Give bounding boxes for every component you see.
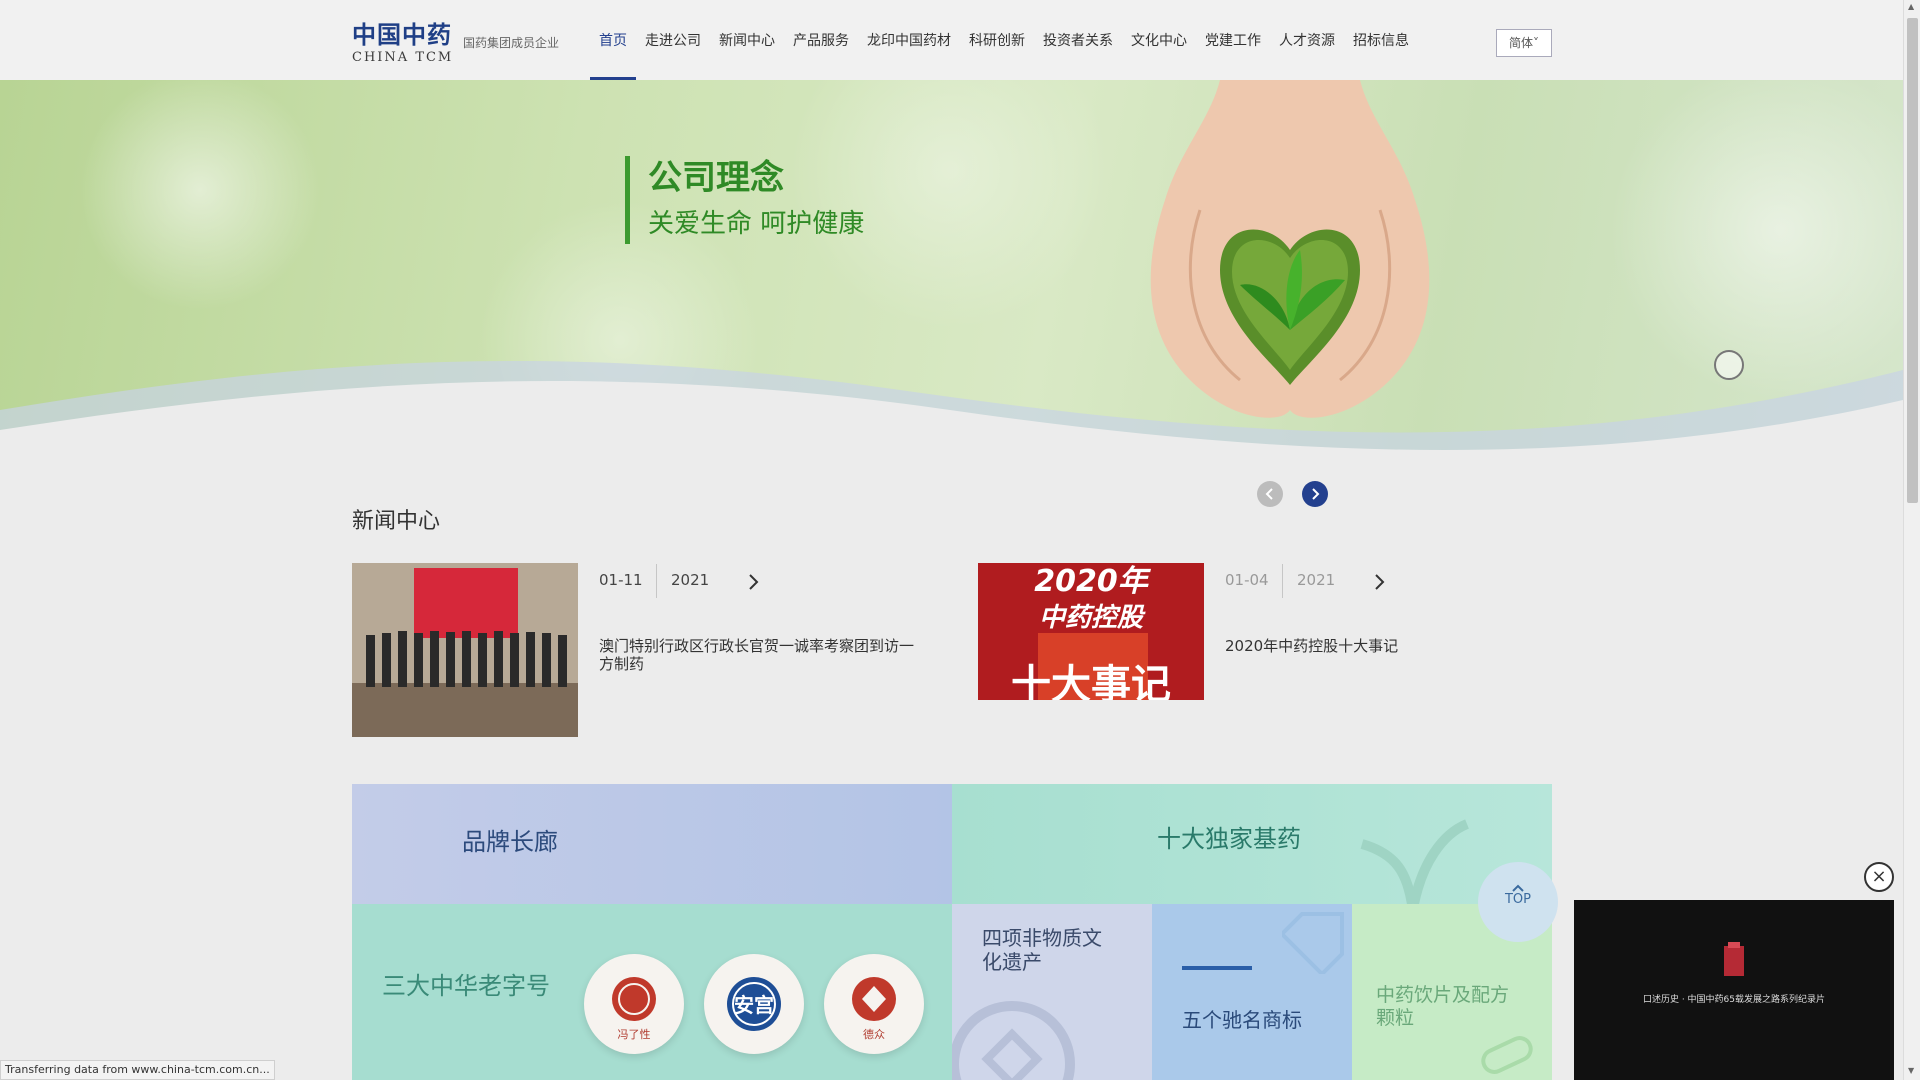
logo-cn-text: 中国中药 [352,21,452,49]
news-image-1[interactable] [352,563,578,737]
news-section-title: 新闻中心 [352,509,441,534]
back-to-top-button[interactable]: TOP [1478,862,1558,942]
scrollbar-thumb[interactable] [1907,18,1918,503]
scroll-up-icon[interactable]: ▲ [1908,2,1914,11]
video-caption: 口述历史 · 中国中药65载发展之路系列纪录片 [1642,995,1826,1005]
logo[interactable]: 中国中药 CHINA TCM [352,22,453,65]
heritage-emblem-icon [952,1001,1075,1080]
brand-logo-1-name: 冯了性 [618,1027,651,1041]
back-to-top-label: TOP [1504,892,1531,907]
news-2-date: 01-04 [1225,571,1269,589]
site-header: 中国中药 CHINA TCM 国药集团成员企业 首页 走进公司 新闻中心 产品服… [0,0,1903,80]
heritage-tile[interactable]: 四项非物质文化遗产 [952,904,1152,1080]
decoction-label: 中药饮片及配方颗粒 [1376,984,1510,1029]
news-1-date: 01-11 [599,571,643,589]
scroll-cursor-icon [1714,350,1744,380]
nav-party[interactable]: 党建工作 [1196,0,1270,80]
language-label: 简体 [1508,36,1533,50]
banner-title: 公司理念 [648,158,784,198]
trademarks-label: 五个驰名商标 [1182,1008,1302,1032]
brand-gallery-tile[interactable]: 品牌长廊 [352,784,952,904]
video-logo-icon [1724,942,1744,976]
nav-tenders[interactable]: 招标信息 [1344,0,1418,80]
nav-longyin[interactable]: 龙印中国药材 [858,0,960,80]
logo-en-text: CHINA TCM [352,50,454,65]
nav-careers[interactable]: 人才资源 [1270,0,1344,80]
news-2-image-text-3: 十大事记 [1011,662,1171,700]
brand-logo-1[interactable]: 冯了性 [584,954,684,1054]
nav-news[interactable]: 新闻中心 [710,0,784,80]
brand-gallery-label: 品牌长廊 [462,828,558,856]
brand-logo-3[interactable]: 德众 [824,954,924,1054]
tag-decoration-icon [1282,912,1344,974]
news-image-2[interactable]: 2020年 中药控股 十大事记 [978,563,1204,700]
hero-banner: 公司理念 关爱生命 呵护健康 [0,80,1903,510]
news-2-year: 2021 [1297,571,1336,589]
logo-tagline: 国药集团成员企业 [463,36,560,50]
news-1-title[interactable]: 澳门特别行政区行政长官贺一诚率考察团到访一方制药 [599,637,924,673]
video-close-button[interactable]: × [1864,862,1894,892]
pill-decoration-icon [1481,1036,1533,1074]
news-2-image-text-1: 2020年 [1034,564,1151,599]
brand-logo-2-name: 安宫 [734,993,774,1017]
news-2-arrow-icon[interactable] [1373,573,1387,591]
scroll-down-icon[interactable]: ▼ [1908,1066,1914,1075]
arrow-up-icon [1512,884,1524,892]
nav-research[interactable]: 科研创新 [960,0,1034,80]
heritage-label: 四项非物质文化遗产 [982,926,1102,974]
browser-status-bar: Transferring data from www.china-tcm.com… [0,1060,275,1080]
brand-logo-2[interactable]: 安宫 [704,954,804,1054]
ten-medicines-label: 十大独家基药 [1157,825,1301,853]
news-1-year: 2021 [671,571,710,589]
nav-culture[interactable]: 文化中心 [1122,0,1196,80]
language-select[interactable]: 简体˅ [1496,29,1552,57]
nav-home[interactable]: 首页 [590,0,636,80]
news-2-image-text-2: 中药控股 [1039,603,1146,633]
news-1-separator [656,564,657,598]
banner-prev-button[interactable] [1257,481,1283,507]
banner-subtitle: 关爱生命 呵护健康 [648,209,865,239]
nav-products[interactable]: 产品服务 [784,0,858,80]
news-2-separator [1282,564,1283,598]
brand-logo-3-name: 德众 [863,1027,885,1041]
nav-about[interactable]: 走进公司 [636,0,710,80]
trademarks-accent-line [1182,966,1252,970]
banner-wave-decoration [0,361,1903,510]
old-brands-tile[interactable]: 三大中华老字号 冯了性 安宫 德众 [352,904,952,1080]
trademarks-tile[interactable]: 五个驰名商标 [1152,904,1352,1080]
ten-medicines-tile[interactable]: 十大独家基药 [952,784,1552,904]
video-popup[interactable]: 口述历史 · 中国中药65载发展之路系列纪录片 [1574,900,1894,1080]
news-1-arrow-icon[interactable] [747,573,761,591]
main-nav: 首页 走进公司 新闻中心 产品服务 龙印中国药材 科研创新 投资者关系 文化中心… [590,0,1418,80]
nav-investors[interactable]: 投资者关系 [1034,0,1122,80]
old-brands-label: 三大中华老字号 [382,972,550,1000]
chevron-down-icon: ˅ [1533,36,1539,50]
plant-decoration-icon [1360,819,1470,904]
vertical-scrollbar[interactable]: ▲ ▼ [1903,0,1920,1080]
banner-next-button[interactable] [1302,481,1328,507]
news-2-title[interactable]: 2020年中药控股十大事记 [1225,637,1525,655]
banner-slogan: 公司理念 关爱生命 呵护健康 [625,156,864,244]
